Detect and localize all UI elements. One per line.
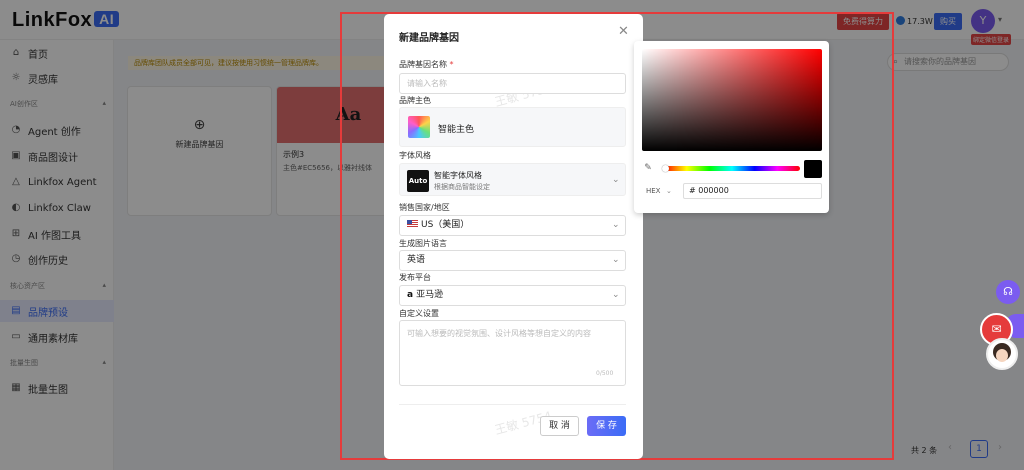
saturation-panel[interactable] — [642, 49, 822, 158]
current-color-preview — [804, 160, 822, 178]
eyedropper-icon[interactable]: ✎ — [642, 162, 654, 174]
color-swatch-icon — [408, 116, 430, 138]
custom-label: 自定义设置 — [399, 309, 439, 318]
chevron-down-icon: ⌄ — [612, 220, 620, 230]
hue-slider[interactable] — [662, 165, 800, 172]
close-icon[interactable]: ✕ — [618, 24, 629, 39]
amazon-icon: a — [407, 290, 414, 300]
chevron-down-icon: ⌄ — [612, 290, 620, 300]
country-select[interactable]: US（美国） ⌄ — [399, 215, 626, 236]
modal-title: 新建品牌基因 — [399, 33, 459, 44]
custom-textarea[interactable]: 可输入想要的视觉氛围、设计风格等想自定义的内容 — [399, 320, 626, 386]
hue-handle[interactable] — [662, 165, 669, 172]
new-brand-modal: 王敏 5754 王敏 5754 新建品牌基因 ✕ 品牌基因名称 * 请输入名称 … — [384, 14, 643, 459]
name-label: 品牌基因名称 * — [399, 60, 454, 69]
language-select[interactable]: 英语 ⌄ — [399, 250, 626, 271]
us-flag-icon — [407, 220, 418, 227]
font-style-label: 字体风格 — [399, 151, 431, 160]
headset-icon[interactable]: ☊ — [996, 280, 1020, 304]
char-count: 0/500 — [596, 370, 614, 377]
main-color-selector[interactable]: 智能主色 — [399, 107, 626, 147]
language-label: 生成图片语言 — [399, 239, 447, 248]
divider — [399, 404, 626, 405]
color-picker-popover: ✎ HEX ⌄ # 000000 — [634, 41, 829, 213]
cancel-button[interactable]: 取 消 — [540, 416, 579, 436]
country-label: 销售国家/地区 — [399, 203, 450, 212]
font-style-select[interactable]: Auto 智能字体风格 根据商品智能设定 ⌄ — [399, 163, 626, 196]
color-format-select[interactable]: HEX — [646, 187, 660, 195]
main-color-label: 品牌主色 — [399, 96, 431, 105]
hex-input[interactable]: # 000000 — [683, 183, 822, 199]
assistant-avatar[interactable] — [986, 338, 1018, 370]
chevron-down-icon: ⌄ — [612, 175, 620, 185]
save-button[interactable]: 保 存 — [587, 416, 626, 436]
platform-label: 发布平台 — [399, 273, 431, 282]
saturation-handle[interactable] — [646, 152, 652, 158]
brand-name-input[interactable]: 请输入名称 — [399, 73, 626, 94]
auto-font-icon: Auto — [407, 170, 429, 192]
chevron-down-icon[interactable]: ⌄ — [666, 187, 672, 195]
chevron-down-icon: ⌄ — [612, 255, 620, 265]
platform-select[interactable]: a 亚马逊 ⌄ — [399, 285, 626, 306]
